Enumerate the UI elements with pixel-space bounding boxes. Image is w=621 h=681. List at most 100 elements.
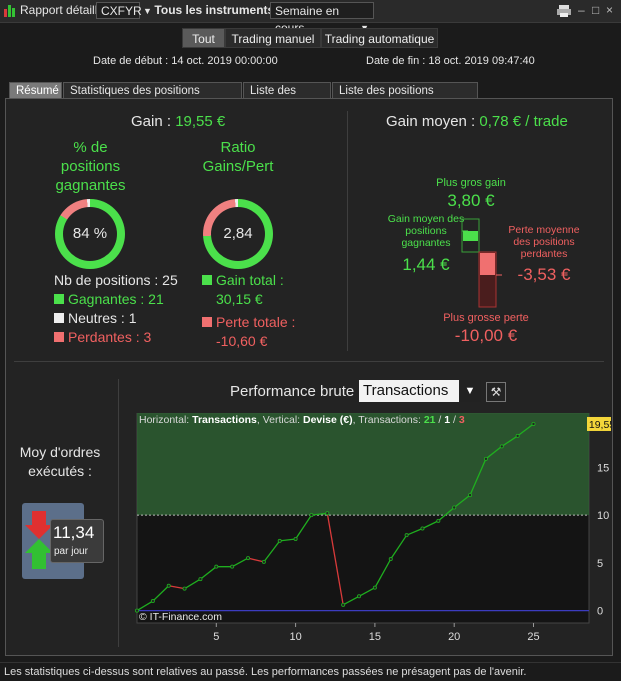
moy-ordres-label: Moy d'ordres exécutés : — [19, 444, 101, 479]
chart-point — [166, 583, 171, 588]
performance-select[interactable]: Transactions ▼ — [359, 380, 481, 402]
close-icon[interactable]: × — [606, 3, 613, 17]
last-value-label: 19,55 — [589, 419, 611, 431]
footer-disclaimer: Les statistiques ci-dessus sont relative… — [0, 662, 621, 680]
chart-header: Horizontal: Transactions, Vertical: Devi… — [139, 414, 465, 426]
y-tick-label: 0 — [597, 606, 603, 618]
ratio-donut: 2,84 — [203, 199, 273, 269]
chart-point — [531, 421, 536, 426]
wrench-icon[interactable]: ⚒ — [486, 382, 506, 402]
plus-grosse-perte-label: Plus grosse perte — [443, 312, 529, 324]
gain-value: 19,55 € — [175, 113, 226, 130]
pct-winning-donut: 84 % — [55, 199, 125, 269]
perte-totale-row: Perte totale : — [202, 313, 295, 332]
chart-point — [372, 585, 377, 590]
chart-point — [182, 586, 187, 591]
totals: Gain total : 30,15 € Perte totale : -10,… — [202, 271, 295, 351]
title-bar: Rapport détaillé CXFYR ▼ Tous les instru… — [0, 0, 621, 35]
chart-point — [293, 537, 298, 542]
gain-label: Gain : — [131, 113, 172, 130]
chart-point — [483, 456, 488, 461]
gagnantes-text: Gagnantes : 21 — [68, 291, 164, 307]
positive-zone — [137, 413, 589, 516]
x-tick-label: 25 — [527, 631, 539, 643]
perte-totale-label: Perte totale : — [216, 314, 296, 330]
divider — [14, 361, 604, 362]
divider — [118, 379, 119, 647]
period-selector[interactable]: Semaine en cours ▼ — [270, 2, 374, 35]
pct-winning-value: 84 % — [63, 207, 117, 261]
y-tick-label: 15 — [597, 462, 609, 474]
ratio-value: 2,84 — [211, 207, 265, 261]
orders-per-day-box: 11,34 par jour — [50, 519, 104, 563]
orders-per-day-unit: par jour — [54, 546, 88, 557]
perdantes-text: Perdantes : 3 — [68, 329, 152, 345]
legend-red-square — [202, 317, 212, 327]
pct-winning-title: % de positions gagnantes — [55, 139, 126, 194]
minimize-icon[interactable]: – — [578, 3, 585, 17]
summary-panel: Gain : 19,55 € % de positions gagnantes … — [5, 98, 613, 656]
chart-point — [499, 444, 504, 449]
gain-moyen-label: Gain moyen : — [386, 113, 476, 130]
plus-gros-gain-label: Plus gros gain — [436, 177, 506, 189]
end-date: Date de fin : 18 oct. 2019 09:47:40 — [366, 55, 535, 67]
perte-moyenne-label: Perte moyenne des positions perdantes — [508, 224, 580, 260]
plus-gros-gain-value: 3,80 € — [447, 191, 495, 210]
chart-point — [357, 594, 362, 599]
chart-point — [325, 511, 330, 516]
divider — [347, 111, 348, 351]
y-tick-label: 10 — [597, 510, 609, 522]
plus-grosse-perte-value: -10,00 € — [454, 326, 518, 345]
start-date: Date de début : 14 oct. 2019 00:00:00 — [93, 55, 278, 67]
perte-totale-value: -10,60 € — [216, 333, 268, 349]
report-icon — [4, 5, 15, 17]
chart-point — [468, 493, 473, 498]
tab-stats[interactable]: Statistiques des positions clôturées — [63, 82, 242, 114]
filter-auto[interactable]: Trading automatique — [321, 28, 438, 48]
x-tick-label: 15 — [369, 631, 381, 643]
x-tick-label: 5 — [213, 631, 219, 643]
chart-point — [404, 533, 409, 538]
performance-chart: Horizontal: Transactions, Vertical: Devi… — [135, 413, 611, 643]
print-icon[interactable] — [556, 4, 572, 18]
perdantes-row: Perdantes : 3 — [54, 328, 178, 347]
gain-moyen-value: 0,78 € / trade — [479, 113, 568, 130]
chart-point — [230, 564, 235, 569]
chart-point — [277, 538, 282, 543]
gain-loss-bars — [461, 218, 502, 308]
gain-total-row: Gain total : — [202, 271, 295, 290]
window-title: Rapport détaillé — [20, 3, 105, 17]
orders-per-day-value: 11,34 — [53, 523, 95, 542]
legend-green-square — [202, 275, 212, 285]
chevron-down-icon: ▼ — [143, 6, 155, 16]
instruments-label: Tous les instruments — [154, 3, 275, 17]
chart-point — [420, 526, 425, 531]
performance-label: Performance brute — [230, 383, 355, 400]
chart-watermark: © IT-Finance.com — [139, 611, 222, 623]
chart-point — [309, 513, 314, 518]
perte-moyenne-bar — [480, 253, 495, 275]
legend-white-square — [54, 313, 64, 323]
chart-point — [150, 599, 155, 604]
chart-point — [246, 556, 251, 561]
ratio-title-text: Ratio Gains/Pert — [202, 139, 274, 175]
instruments-selector[interactable]: ▼ Tous les instruments — [143, 2, 274, 19]
chart-point — [198, 577, 203, 582]
tab-closed-positions[interactable]: Liste des positions clôturées — [332, 82, 478, 114]
gain-total-label: Gain total : — [216, 272, 284, 288]
tab-resume[interactable]: Résumé — [9, 82, 62, 99]
perte-moyenne-value: -3,53 € — [517, 265, 571, 284]
nb-positions: Nb de positions : 25 — [54, 272, 178, 288]
ratio-title: Ratio Gains/Pert — [198, 138, 278, 176]
legend-red-square — [54, 332, 64, 342]
chevron-down-icon: ▼ — [459, 380, 481, 402]
tab-orders[interactable]: Liste des ordres — [243, 82, 331, 114]
gain-moyen-bar — [463, 231, 478, 241]
symbol-selector[interactable]: CXFYR — [96, 2, 142, 19]
filter-all[interactable]: Tout — [182, 28, 225, 48]
filter-manual[interactable]: Trading manuel — [225, 28, 321, 48]
gain-moyen-block: Gain moyen : 0,78 € / trade — [386, 113, 568, 130]
x-tick-label: 20 — [448, 631, 460, 643]
chart-point — [214, 564, 219, 569]
maximize-icon[interactable]: □ — [592, 3, 599, 17]
